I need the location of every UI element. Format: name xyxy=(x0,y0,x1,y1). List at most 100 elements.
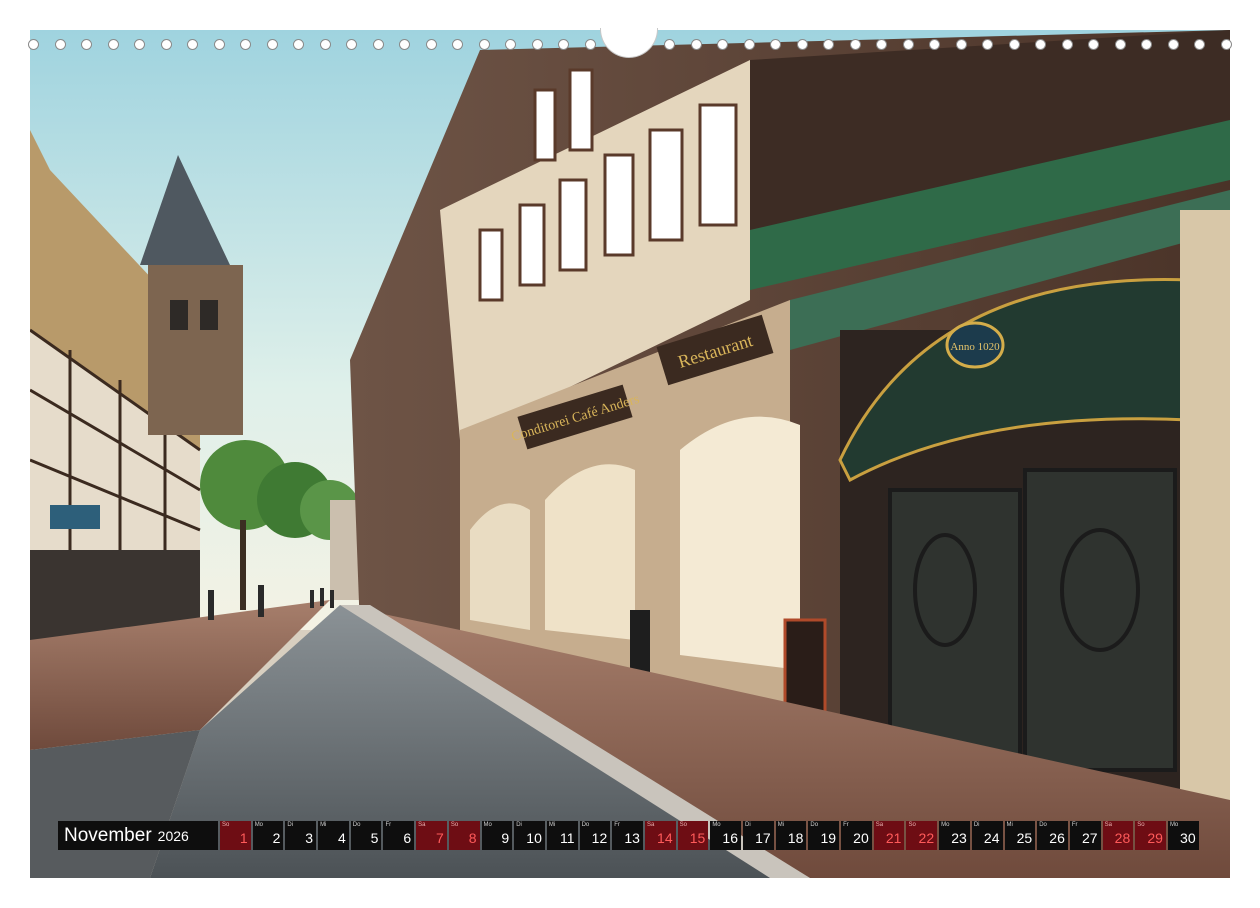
street-photo: Conditorei Café Anders Restaurant Anno 1… xyxy=(30,30,1230,878)
binding-hole xyxy=(372,38,384,50)
binding-hole xyxy=(955,38,967,50)
day-cell: Sa 14 xyxy=(644,821,676,850)
day-cell: Mo 2 xyxy=(252,821,284,850)
binding-hole xyxy=(902,38,914,50)
weekday-label: Mo xyxy=(483,822,492,828)
binding-hole xyxy=(425,38,437,50)
day-cell: Do 26 xyxy=(1037,821,1068,850)
day-cell: So 1 xyxy=(220,821,251,850)
weekday-label: Mo xyxy=(254,822,264,828)
weekday-label: Do xyxy=(810,822,819,828)
day-number: 6 xyxy=(403,830,412,846)
binding-hole xyxy=(664,38,675,50)
weekday-label: Sa xyxy=(875,822,884,828)
binding-hole xyxy=(346,38,357,50)
day-number: 19 xyxy=(820,830,837,846)
day-number: 26 xyxy=(1049,830,1065,846)
weekday-label: Fr xyxy=(614,822,620,828)
binding-hole xyxy=(160,38,172,50)
day-cell: Di 24 xyxy=(971,821,1003,850)
day-number: 10 xyxy=(526,830,542,846)
binding-hole xyxy=(240,38,251,50)
day-number: 27 xyxy=(1081,830,1098,846)
calendar-strip: November 2026 So 1 Mo 2 Di 3 Mi 4 Do 5 Fr 6 Sa 7 So 8 Mo… xyxy=(58,821,1199,850)
weekday-label: So xyxy=(1137,822,1145,828)
weekday-label: Do xyxy=(352,822,361,828)
day-number: 14 xyxy=(657,830,673,846)
day-cell: So 15 xyxy=(677,821,709,850)
binding-hole xyxy=(982,38,993,50)
day-cell: Di 10 xyxy=(514,821,545,850)
day-number: 7 xyxy=(436,830,444,846)
binding-hole xyxy=(1167,38,1179,50)
weekday-label: Fr xyxy=(843,822,849,828)
day-number: 29 xyxy=(1147,830,1163,846)
binding-hole xyxy=(531,38,543,50)
binding-hole xyxy=(876,38,887,50)
day-number: 4 xyxy=(337,830,346,846)
day-number: 2 xyxy=(272,830,281,846)
day-number: 5 xyxy=(370,830,379,846)
binding-hole xyxy=(319,38,331,50)
binding-hole xyxy=(107,38,119,50)
binding-hole xyxy=(823,38,834,50)
weekday-label: Fr xyxy=(1071,822,1078,828)
binding-hole xyxy=(558,38,569,50)
binding-hole xyxy=(743,38,755,50)
calendar-page: Conditorei Café Anders Restaurant Anno 1… xyxy=(0,0,1260,908)
weekday-label: Mo xyxy=(941,822,950,828)
year-plaque: Anno 1020 xyxy=(950,341,1000,353)
day-number: 12 xyxy=(591,830,608,846)
day-number: 30 xyxy=(1180,830,1196,846)
binding-hole xyxy=(54,38,66,50)
weekday-label: Sa xyxy=(418,822,426,828)
binding-hole xyxy=(717,38,728,50)
weekday-label: Mi xyxy=(1006,822,1013,828)
binding-hole xyxy=(28,38,39,50)
day-cell: Fr 27 xyxy=(1069,821,1101,850)
weekday-label: Mo xyxy=(1169,822,1179,828)
binding-hole xyxy=(134,38,145,50)
binding-hole xyxy=(213,38,225,50)
weekday-label: Di xyxy=(973,822,980,828)
binding-hole xyxy=(399,38,410,50)
weekday-label: Do xyxy=(581,822,590,828)
day-cell: Do 5 xyxy=(350,821,382,850)
binding-hole xyxy=(770,38,781,50)
day-number: 3 xyxy=(305,830,314,846)
binding-hole xyxy=(1220,38,1232,50)
day-number: 8 xyxy=(468,830,477,846)
day-cell: Do 19 xyxy=(808,821,840,850)
day-cell: Mo 23 xyxy=(939,821,970,850)
binding-hole xyxy=(1194,38,1205,50)
weekday-label: So xyxy=(450,822,459,828)
binding-hole xyxy=(1141,38,1152,50)
day-cell: Mo 30 xyxy=(1167,821,1199,850)
day-cell: Fr 20 xyxy=(841,821,872,850)
day-number: 23 xyxy=(951,830,967,846)
binding-hole xyxy=(187,38,198,50)
day-number: 24 xyxy=(983,830,1000,846)
weekday-label: Mo xyxy=(712,822,721,828)
day-cell: Fr 13 xyxy=(612,821,643,850)
day-cell: Sa 21 xyxy=(873,821,905,850)
day-cell: Fr 6 xyxy=(383,821,415,850)
day-number: 13 xyxy=(624,830,640,846)
weekday-label: So xyxy=(679,822,687,828)
weekday-label: Sa xyxy=(1104,822,1112,828)
binding-hole xyxy=(81,38,92,50)
binding-hole xyxy=(929,38,940,50)
day-cell: Do 12 xyxy=(579,821,611,850)
weekday-label: Sa xyxy=(646,822,655,828)
day-number: 15 xyxy=(689,830,706,846)
binding-hole xyxy=(266,38,278,50)
day-cell: Mi 11 xyxy=(546,821,578,850)
day-cell: Mo 16 xyxy=(710,821,741,850)
binding-hole xyxy=(293,38,304,50)
weekday-label: Mi xyxy=(777,822,785,828)
day-number: 22 xyxy=(918,830,935,846)
day-number: 21 xyxy=(885,830,902,846)
binding-hole xyxy=(452,38,463,50)
day-cell: So 22 xyxy=(906,821,938,850)
day-number: 16 xyxy=(722,830,738,846)
